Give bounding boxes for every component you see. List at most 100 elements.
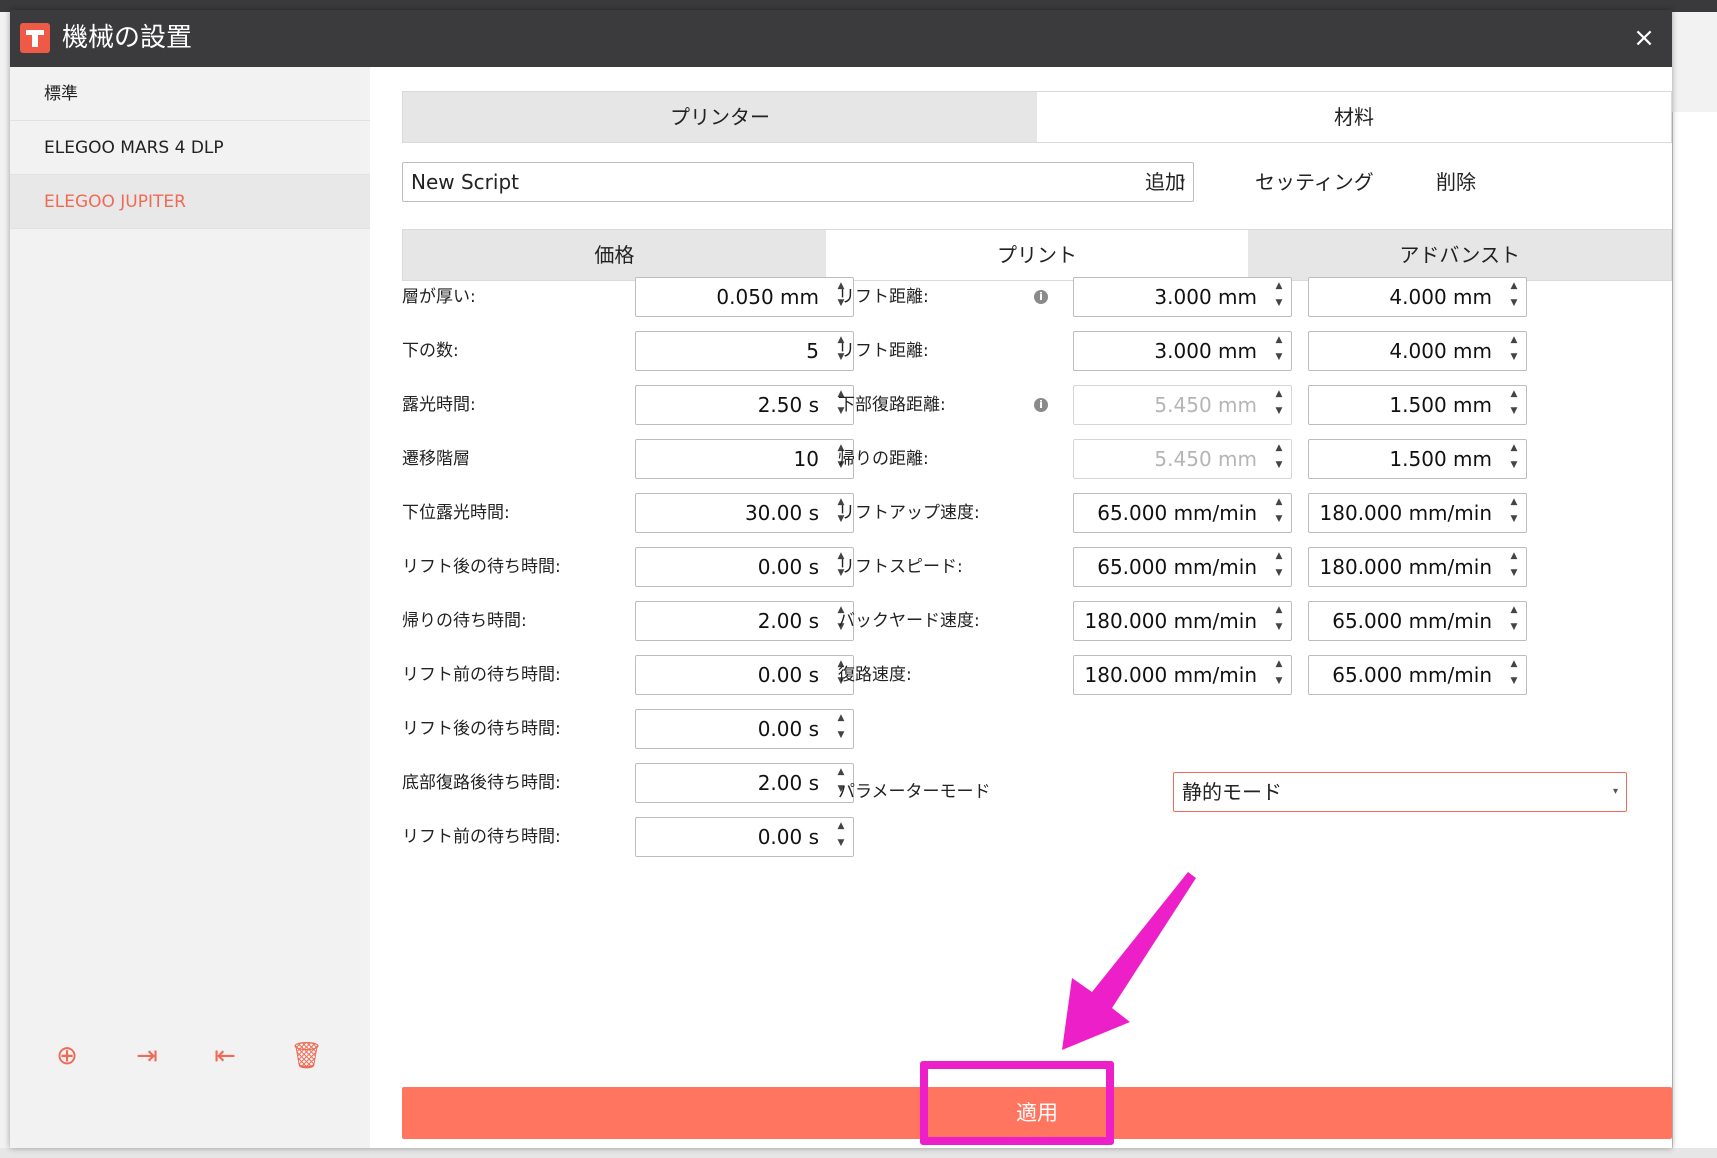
spin-up-icon[interactable]: ▲ xyxy=(1508,334,1520,351)
spin-buttons[interactable]: ▲ ▼ xyxy=(1273,280,1285,314)
settings-button[interactable]: セッティング xyxy=(1255,162,1374,202)
param-input-primary[interactable]: 180.000 mm/min ▲ ▼ xyxy=(1073,655,1292,695)
spin-down-icon[interactable]: ▼ xyxy=(1273,405,1285,422)
spin-up-icon[interactable]: ▲ xyxy=(835,820,847,837)
spin-up-icon[interactable]: ▲ xyxy=(1273,334,1285,351)
spin-up-icon[interactable]: ▲ xyxy=(1273,442,1285,459)
spin-buttons[interactable]: ▲ ▼ xyxy=(1273,334,1285,368)
param-input[interactable]: 2.50 s ▲ ▼ xyxy=(635,385,854,425)
param-input-secondary[interactable]: 65.000 mm/min ▲ ▼ xyxy=(1308,601,1527,641)
spin-down-icon[interactable]: ▼ xyxy=(1273,675,1285,692)
spin-up-icon[interactable]: ▲ xyxy=(835,712,847,729)
param-input-primary[interactable]: 3.000 mm ▲ ▼ xyxy=(1073,331,1292,371)
spin-up-icon[interactable]: ▲ xyxy=(1508,550,1520,567)
spin-up-icon[interactable]: ▲ xyxy=(1508,658,1520,675)
sub-tab-0[interactable]: 価格 xyxy=(403,230,826,280)
spin-buttons[interactable]: ▲ ▼ xyxy=(1508,658,1520,692)
param-input-secondary[interactable]: 1.500 mm ▲ ▼ xyxy=(1308,439,1527,479)
spin-buttons[interactable]: ▲ ▼ xyxy=(1273,496,1285,530)
spin-buttons[interactable]: ▲ ▼ xyxy=(1508,334,1520,368)
spin-up-icon[interactable]: ▲ xyxy=(1273,388,1285,405)
param-input-secondary[interactable]: 180.000 mm/min ▲ ▼ xyxy=(1308,547,1527,587)
param-input-secondary[interactable]: 1.500 mm ▲ ▼ xyxy=(1308,385,1527,425)
spin-buttons[interactable]: ▲ ▼ xyxy=(1508,280,1520,314)
param-input[interactable]: 2.00 s ▲ ▼ xyxy=(635,601,854,641)
import-icon[interactable]: ⇥ xyxy=(132,1041,162,1071)
param-input-primary[interactable]: 3.000 mm ▲ ▼ xyxy=(1073,277,1292,317)
param-mode-select[interactable]: 静的モード ▾ xyxy=(1173,772,1627,812)
param-input[interactable]: 10 ▲ ▼ xyxy=(635,439,854,479)
spin-up-icon[interactable]: ▲ xyxy=(1508,496,1520,513)
spin-up-icon[interactable]: ▲ xyxy=(1273,604,1285,621)
spin-up-icon[interactable]: ▲ xyxy=(1508,388,1520,405)
spin-buttons[interactable]: ▲ ▼ xyxy=(1273,658,1285,692)
spin-down-icon[interactable]: ▼ xyxy=(1508,351,1520,368)
spin-buttons[interactable]: ▲ ▼ xyxy=(1508,550,1520,584)
param-input[interactable]: 0.00 s ▲ ▼ xyxy=(635,817,854,857)
param-input[interactable]: 0.050 mm ▲ ▼ xyxy=(635,277,854,317)
info-icon[interactable]: i xyxy=(1034,398,1048,412)
spin-buttons[interactable]: ▲ ▼ xyxy=(1273,550,1285,584)
param-input-primary[interactable]: 5.450 mm ▲ ▼ xyxy=(1073,385,1292,425)
add-button[interactable]: 追加 xyxy=(1145,162,1185,202)
spin-buttons[interactable]: ▲ ▼ xyxy=(835,820,847,854)
param-input-secondary[interactable]: 4.000 mm ▲ ▼ xyxy=(1308,277,1527,317)
param-input[interactable]: 0.00 s ▲ ▼ xyxy=(635,547,854,587)
spin-down-icon[interactable]: ▼ xyxy=(1508,567,1520,584)
spin-down-icon[interactable]: ▼ xyxy=(1273,297,1285,314)
param-input-secondary[interactable]: 65.000 mm/min ▲ ▼ xyxy=(1308,655,1527,695)
close-button[interactable]: × xyxy=(1630,24,1658,52)
spin-down-icon[interactable]: ▼ xyxy=(1508,513,1520,530)
spin-down-icon[interactable]: ▼ xyxy=(1508,297,1520,314)
param-input-primary[interactable]: 65.000 mm/min ▲ ▼ xyxy=(1073,493,1292,533)
param-input[interactable]: 30.00 s ▲ ▼ xyxy=(635,493,854,533)
main-tab-1[interactable]: 材料 xyxy=(1037,92,1671,142)
spin-up-icon[interactable]: ▲ xyxy=(1273,658,1285,675)
param-input[interactable]: 2.00 s ▲ ▼ xyxy=(635,763,854,803)
spin-down-icon[interactable]: ▼ xyxy=(1273,567,1285,584)
param-input-primary[interactable]: 5.450 mm ▲ ▼ xyxy=(1073,439,1292,479)
spin-buttons[interactable]: ▲ ▼ xyxy=(1273,442,1285,476)
spin-down-icon[interactable]: ▼ xyxy=(1508,405,1520,422)
spin-buttons[interactable]: ▲ ▼ xyxy=(835,712,847,746)
param-input[interactable]: 0.00 s ▲ ▼ xyxy=(635,655,854,695)
spin-down-icon[interactable]: ▼ xyxy=(1273,621,1285,638)
sidebar-item-2[interactable]: ELEGOO JUPITER xyxy=(10,175,370,229)
spin-down-icon[interactable]: ▼ xyxy=(835,729,847,746)
param-input-primary[interactable]: 65.000 mm/min ▲ ▼ xyxy=(1073,547,1292,587)
spin-down-icon[interactable]: ▼ xyxy=(1273,459,1285,476)
spin-buttons[interactable]: ▲ ▼ xyxy=(1508,442,1520,476)
spin-up-icon[interactable]: ▲ xyxy=(1273,496,1285,513)
sub-tab-1[interactable]: プリント xyxy=(825,230,1249,280)
sidebar-item-1[interactable]: ELEGOO MARS 4 DLP xyxy=(10,121,370,175)
param-input[interactable]: 5 ▲ ▼ xyxy=(635,331,854,371)
add-circle-icon[interactable]: ⊕ xyxy=(52,1041,82,1071)
param-input[interactable]: 0.00 s ▲ ▼ xyxy=(635,709,854,749)
spin-up-icon[interactable]: ▲ xyxy=(1508,442,1520,459)
spin-up-icon[interactable]: ▲ xyxy=(1273,280,1285,297)
info-icon[interactable]: i xyxy=(1034,290,1048,304)
spin-buttons[interactable]: ▲ ▼ xyxy=(1508,388,1520,422)
spin-down-icon[interactable]: ▼ xyxy=(1273,351,1285,368)
spin-up-icon[interactable]: ▲ xyxy=(1508,280,1520,297)
param-input-primary[interactable]: 180.000 mm/min ▲ ▼ xyxy=(1073,601,1292,641)
param-input-secondary[interactable]: 180.000 mm/min ▲ ▼ xyxy=(1308,493,1527,533)
spin-up-icon[interactable]: ▲ xyxy=(1508,604,1520,621)
spin-down-icon[interactable]: ▼ xyxy=(1273,513,1285,530)
spin-buttons[interactable]: ▲ ▼ xyxy=(1508,496,1520,530)
delete-button[interactable]: 削除 xyxy=(1436,162,1476,202)
trash-icon[interactable]: 🗑 xyxy=(290,1041,323,1071)
spin-up-icon[interactable]: ▲ xyxy=(1273,550,1285,567)
spin-down-icon[interactable]: ▼ xyxy=(1508,459,1520,476)
param-input-secondary[interactable]: 4.000 mm ▲ ▼ xyxy=(1308,331,1527,371)
script-select[interactable]: New Script ▾ xyxy=(402,162,1194,202)
spin-buttons[interactable]: ▲ ▼ xyxy=(1273,388,1285,422)
spin-buttons[interactable]: ▲ ▼ xyxy=(1273,604,1285,638)
main-tab-0[interactable]: プリンター xyxy=(403,92,1037,142)
export-icon[interactable]: ⇤ xyxy=(210,1041,240,1071)
spin-buttons[interactable]: ▲ ▼ xyxy=(1508,604,1520,638)
spin-down-icon[interactable]: ▼ xyxy=(1508,621,1520,638)
spin-down-icon[interactable]: ▼ xyxy=(1508,675,1520,692)
sub-tab-2[interactable]: アドバンスト xyxy=(1248,230,1672,280)
sidebar-item-0[interactable]: 標準 xyxy=(10,67,370,121)
